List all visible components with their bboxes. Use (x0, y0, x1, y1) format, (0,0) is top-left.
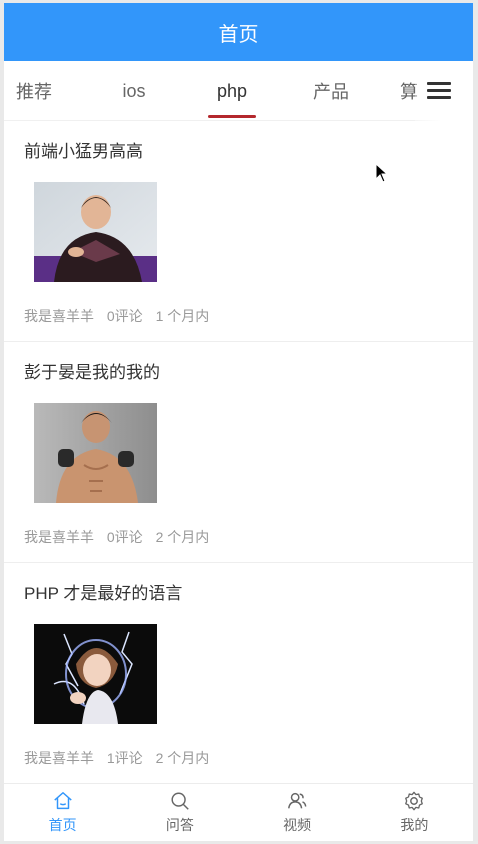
article-meta: 我是喜羊羊 1评论 2 个月内 (24, 748, 218, 768)
tab-recommend[interactable]: 推荐 (4, 61, 64, 121)
menu-icon (427, 82, 451, 85)
article-thumbnail (34, 403, 157, 503)
article-list: 前端小猛男高高 我是喜羊羊 0评论 1 个月内 彭于晏是我的我的 我是喜羊羊 0… (4, 121, 473, 783)
article-time: 2 个月内 (155, 529, 210, 545)
article-title: PHP 才是最好的语言 (24, 584, 183, 603)
article-comments: 0评论 (106, 308, 143, 324)
article-thumbnail (34, 182, 157, 282)
article-title: 彭于晏是我的我的 (24, 363, 160, 382)
tab-ios[interactable]: ios (104, 61, 164, 121)
article-time: 2 个月内 (155, 750, 210, 766)
nav-video-label: 视频 (283, 817, 312, 833)
nav-qa[interactable]: 问答 (121, 784, 238, 841)
article-thumbnail (34, 624, 157, 724)
users-icon (288, 792, 307, 809)
nav-mine-label: 我的 (400, 817, 429, 833)
app-screen: 首页 推荐 ios php 产品 算 前端小猛男高高 我是喜羊羊 0评论 1 个… (4, 3, 473, 841)
nav-video[interactable]: 视频 (239, 784, 356, 841)
nav-mine[interactable]: 我的 (356, 784, 473, 841)
channel-menu-button[interactable] (427, 79, 451, 103)
nav-home[interactable]: 首页 (4, 784, 121, 841)
active-tab-indicator (208, 115, 256, 118)
article-title: 前端小猛男高高 (24, 142, 143, 161)
article-author: 我是喜羊羊 (24, 750, 94, 766)
article-meta: 我是喜羊羊 0评论 2 个月内 (24, 527, 218, 547)
mouse-cursor-icon (375, 163, 389, 183)
channel-tabs: 推荐 ios php 产品 算 (4, 61, 473, 121)
article-author: 我是喜羊羊 (24, 308, 94, 324)
article-meta: 我是喜羊羊 0评论 1 个月内 (24, 306, 218, 326)
gear-icon (405, 791, 424, 811)
home-icon (53, 792, 72, 810)
tab-php[interactable]: php (202, 61, 262, 121)
article-comments: 1评论 (106, 750, 143, 766)
article-item[interactable]: PHP 才是最好的语言 我是喜羊羊 1评论 2 个月内 (4, 563, 473, 783)
header-bar: 首页 (4, 3, 473, 61)
article-item[interactable]: 前端小猛男高高 我是喜羊羊 0评论 1 个月内 (4, 121, 473, 342)
nav-home-label: 首页 (48, 817, 77, 833)
search-icon (171, 792, 189, 810)
article-comments: 0评论 (106, 529, 143, 545)
article-time: 1 个月内 (155, 308, 210, 324)
article-author: 我是喜羊羊 (24, 529, 94, 545)
bottom-tab-bar: 首页 问答 视频 我的 (4, 783, 473, 841)
tab-product[interactable]: 产品 (301, 61, 361, 121)
page-title: 首页 (218, 23, 259, 46)
nav-qa-label: 问答 (165, 817, 194, 833)
article-item[interactable]: 彭于晏是我的我的 我是喜羊羊 0评论 2 个月内 (4, 342, 473, 563)
